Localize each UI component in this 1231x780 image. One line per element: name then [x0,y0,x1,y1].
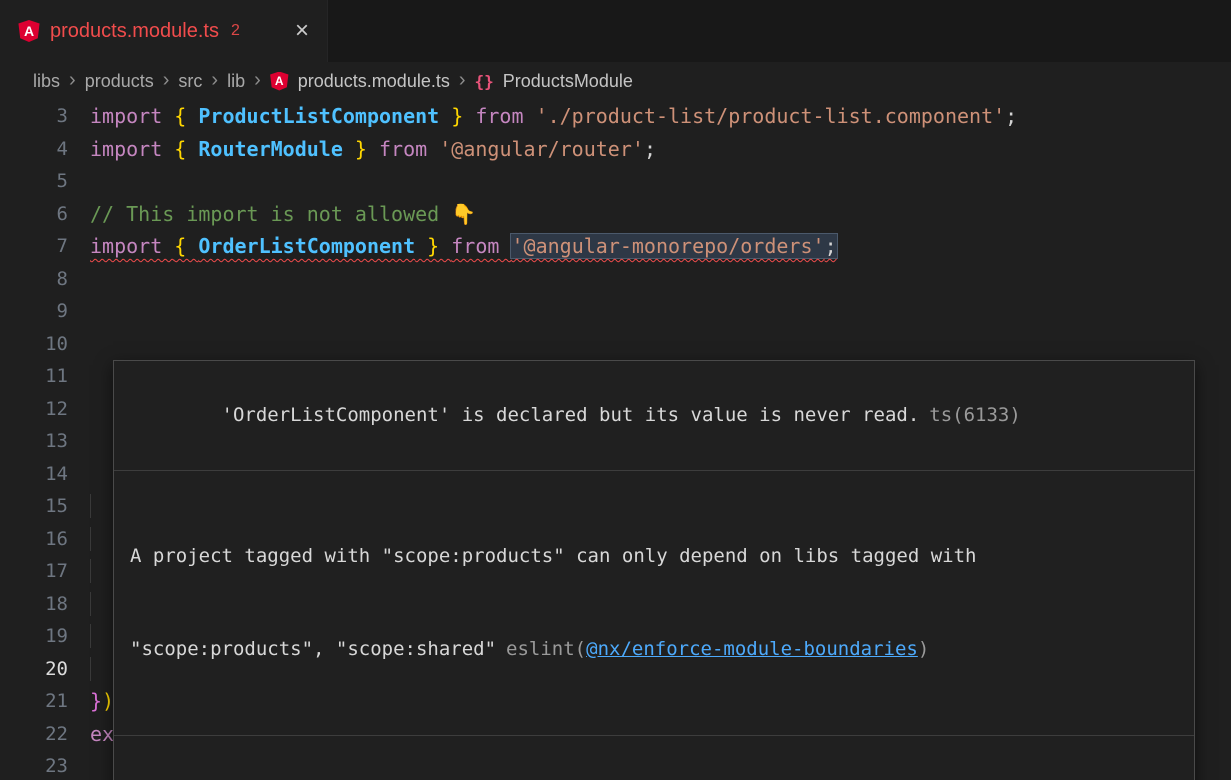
angular-file-icon: A [270,72,289,91]
line-number[interactable]: 22 [0,718,90,751]
code-text[interactable]: import { RouterModule } from '@angular/r… [90,133,656,166]
module-symbol-icon: {} [475,72,494,91]
line-number[interactable]: 13 [0,425,90,458]
code-line[interactable]: 8 [0,263,1231,296]
editor-tab[interactable]: A products.module.ts 2 × [0,0,328,62]
tab-close-icon[interactable]: × [295,19,309,43]
line-number[interactable]: 9 [0,295,90,328]
line-number[interactable]: 10 [0,328,90,361]
line-number[interactable]: 17 [0,555,90,588]
breadcrumb-item-products[interactable]: products [85,71,154,92]
line-number[interactable]: 16 [0,523,90,556]
eslint-source-close: ) [918,638,929,660]
editor[interactable]: 3import { ProductListComponent } from '.… [0,100,1231,780]
line-number[interactable]: 23 [0,750,90,780]
code-text[interactable]: import { OrderListComponent } from '@ang… [90,230,837,263]
ts-diagnostic: 'OrderListComponent' is declared but its… [114,361,1194,470]
line-number[interactable]: 3 [0,100,90,133]
line-number[interactable]: 4 [0,133,90,166]
chevron-right-icon: › [163,70,170,93]
module-info: module "/Users/isaac/Documents/code/nx-r… [114,735,1194,780]
breadcrumb-item-symbol[interactable]: ProductsModule [503,71,633,92]
eslint-message-line2: "scope:products", "scope:shared"eslint(@… [130,634,1178,665]
code-line[interactable]: 6// This import is not allowed 👇 [0,198,1231,231]
code-text[interactable]: }) [90,685,114,718]
line-number[interactable]: 20 [0,653,90,686]
breadcrumb-item-file[interactable]: products.module.ts [298,71,450,92]
code-text[interactable]: import { ProductListComponent } from './… [90,100,1017,133]
angular-file-icon: A [18,20,40,42]
line-number[interactable]: 6 [0,198,90,231]
ts-diagnostic-source: ts(6133) [929,404,1021,426]
chevron-right-icon: › [254,70,261,93]
line-number[interactable]: 18 [0,588,90,621]
code-line[interactable]: 3import { ProductListComponent } from '.… [0,100,1231,133]
line-number[interactable]: 21 [0,685,90,718]
breadcrumb-item-src[interactable]: src [178,71,202,92]
line-number[interactable]: 7 [0,230,90,263]
tab-problem-count: 2 [231,22,240,40]
tab-title: products.module.ts [50,20,219,43]
chevron-right-icon: › [459,70,466,93]
tab-bar: A products.module.ts 2 × [0,0,1231,62]
error-squiggle: import { OrderListComponent } from '@ang… [90,234,837,258]
ts-diagnostic-message: 'OrderListComponent' is declared but its… [222,404,920,426]
word-highlight: '@angular-monorepo/orders'; [511,234,836,258]
breadcrumb: libs › products › src › lib › A products… [0,62,1231,100]
line-number[interactable]: 8 [0,263,90,296]
line-number[interactable]: 11 [0,360,90,393]
chevron-right-icon: › [211,70,218,93]
line-number[interactable]: 12 [0,393,90,426]
code-line[interactable]: 9 [0,295,1231,328]
code-line[interactable]: 10 [0,328,1231,361]
breadcrumb-item-libs[interactable]: libs [33,71,60,92]
hover-widget: 'OrderListComponent' is declared but its… [113,360,1195,780]
eslint-diagnostic: A project tagged with "scope:products" c… [114,470,1194,735]
line-number[interactable]: 19 [0,620,90,653]
line-number[interactable]: 14 [0,458,90,491]
line-number[interactable]: 15 [0,490,90,523]
code-line[interactable]: 4import { RouterModule } from '@angular/… [0,133,1231,166]
code-text[interactable]: // This import is not allowed 👇 [90,198,476,231]
code-line[interactable]: 7import { OrderListComponent } from '@an… [0,230,1231,263]
line-number[interactable]: 5 [0,165,90,198]
breadcrumb-item-lib[interactable]: lib [227,71,245,92]
eslint-message-line1: A project tagged with "scope:products" c… [130,541,1178,572]
code-line[interactable]: 5 [0,165,1231,198]
chevron-right-icon: › [69,70,76,93]
eslint-source-open: eslint( [506,638,586,660]
nx-rule-link[interactable]: @nx/enforce-module-boundaries [586,638,918,660]
vscode-window: A products.module.ts 2 × libs › products… [0,0,1231,780]
